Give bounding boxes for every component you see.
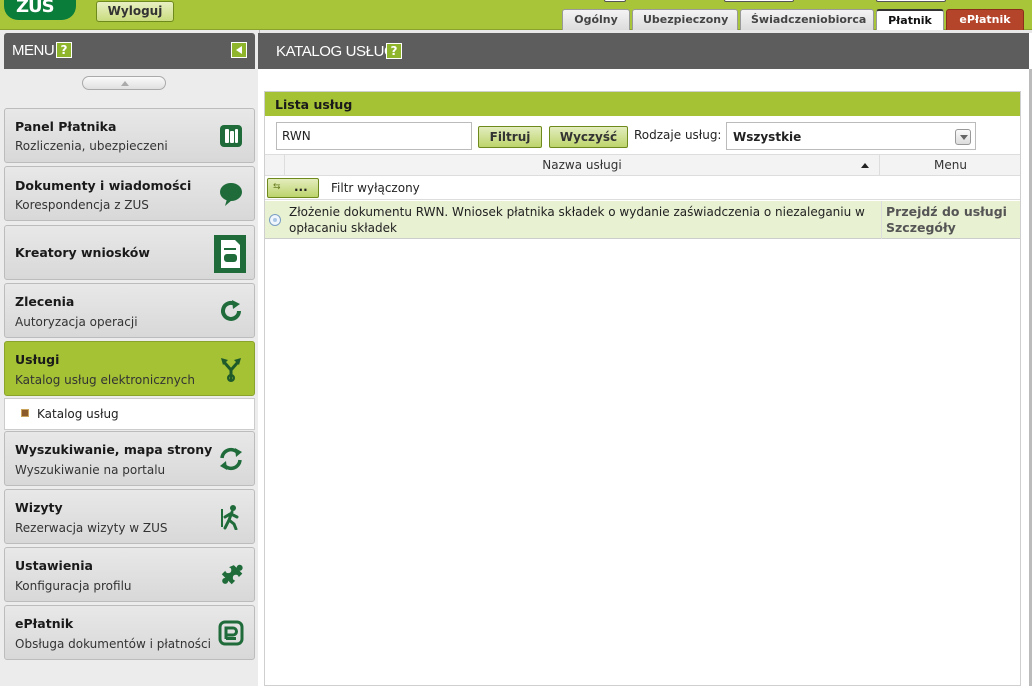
sidebar-item-kreatory[interactable]: Kreatory wniosków [4, 225, 255, 280]
tab-platnik[interactable]: Płatnik [876, 9, 944, 30]
sidebar-item-title: Zlecenia [15, 294, 75, 309]
zus-logo[interactable]: ZUS [4, 0, 76, 20]
sidebar-item-title: Ustawienia [15, 558, 93, 573]
search-input[interactable]: RWN [276, 122, 472, 150]
sidebar: MENU ? Panel Płatnika Rozliczenia, ubezp… [0, 30, 260, 686]
sidebar-item-title: Wyszukiwanie, mapa strony [15, 442, 213, 457]
logo-text: ZUS [16, 0, 55, 17]
sidebar-item-subtitle: Katalog usług elektronicznych [15, 373, 195, 387]
role-tabs: Ogólny Ubezpieczony Świadczeniobiorca Pł… [562, 9, 1026, 30]
service-type-label: Rodzaje usług: [634, 128, 722, 142]
coins-icon [220, 125, 242, 147]
eplatnik-icon [218, 620, 244, 646]
filter-toggle-label: ... [294, 180, 308, 194]
filter-arrows-icon: ⇆ [273, 182, 281, 192]
sidebar-item-subtitle: Obsługa dokumentów i płatności [15, 637, 211, 651]
walking-person-icon [221, 505, 239, 530]
fork-arrows-icon [221, 358, 241, 382]
sidebar-item-dokumenty[interactable]: Dokumenty i wiadomości Korespondencja z … [4, 166, 255, 221]
sidebar-item-wyszukiwanie[interactable]: Wyszukiwanie, mapa strony Wyszukiwanie n… [4, 431, 255, 486]
sidebar-item-uslugi[interactable]: Usługi Katalog usług elektronicznych [4, 341, 255, 396]
row-radio[interactable] [269, 214, 281, 226]
bullet-icon [21, 409, 29, 417]
scroll-up-button[interactable] [82, 76, 166, 90]
refresh-icon [221, 300, 241, 321]
page-title: KATALOG USŁUG [276, 43, 396, 60]
service-type-value: Wszystkie [733, 130, 802, 144]
clear-button[interactable]: Wyczyść [549, 126, 628, 148]
panel-header: Lista usług [265, 92, 1020, 116]
sidebar-item-wizyty[interactable]: Wizyty Rezerwacja wizyty w ZUS [4, 489, 255, 544]
help-icon[interactable]: ? [386, 43, 402, 59]
puzzle-icon [221, 564, 243, 585]
submenu-katalog-uslug[interactable]: Katalog usług [4, 398, 255, 430]
sidebar-item-title: Panel Płatnika [15, 119, 117, 134]
filter-button[interactable]: Filtruj [478, 126, 542, 148]
sidebar-item-title: Usługi [15, 352, 60, 367]
sidebar-item-subtitle: Rozliczenia, ubezpieczeni [15, 139, 168, 153]
sidebar-item-subtitle: Autoryzacja operacji [15, 315, 138, 329]
sidebar-item-panel-platnika[interactable]: Panel Płatnika Rozliczenia, ubezpieczeni [4, 108, 255, 163]
help-icon[interactable]: ? [56, 42, 72, 58]
sidebar-item-title: Dokumenty i wiadomości [15, 178, 192, 193]
chevron-down-icon [955, 129, 971, 145]
sidebar-item-subtitle: Konfiguracja profilu [15, 579, 132, 593]
column-header-name[interactable]: Nazwa usługi [285, 155, 880, 175]
row-menu: Przejdź do usługi Szczegóły [881, 201, 1020, 239]
panel-title: Lista usług [275, 97, 353, 112]
sidebar-item-subtitle: Korespondencja z ZUS [15, 198, 149, 212]
top-control-fragment [724, 0, 794, 2]
column-header-menu: Menu [934, 158, 967, 172]
sidebar-item-title: ePłatnik [15, 616, 74, 631]
tab-ogolny[interactable]: Ogólny [562, 9, 630, 30]
sidebar-item-subtitle: Rezerwacja wizyty w ZUS [15, 521, 168, 535]
menu-header: MENU ? [4, 33, 255, 69]
filter-toggle-button[interactable]: ⇆ ... [267, 178, 319, 198]
table-row[interactable]: Złożenie dokumentu RWN. Wniosek płatnika… [265, 201, 1020, 239]
service-list-panel: Lista usług RWN Filtruj Wyczyść Rodzaje … [264, 91, 1021, 686]
top-bar: ZUS Wyloguj Ogólny Ubezpieczony Świadcze… [0, 0, 1032, 30]
sidebar-item-subtitle: Wyszukiwanie na portalu [15, 463, 166, 477]
tab-ubezpieczony[interactable]: Ubezpieczony [632, 9, 738, 30]
speech-bubble-icon [220, 183, 242, 206]
tab-eplatnik[interactable]: ePłatnik [946, 9, 1024, 30]
service-name: Złożenie dokumentu RWN. Wniosek płatnika… [289, 205, 865, 235]
document-form-icon [214, 235, 246, 273]
collapse-menu-icon[interactable] [231, 42, 247, 58]
filter-status: Filtr wyłączony [331, 181, 420, 195]
sidebar-item-title: Kreatory wniosków [15, 245, 150, 260]
sidebar-item-title: Wizyty [15, 500, 63, 515]
sidebar-item-ustawienia[interactable]: Ustawienia Konfiguracja profilu [4, 547, 255, 602]
main-header: KATALOG USŁUG ? [258, 33, 1029, 69]
filter-row: ⇆ ... Filtr wyłączony [265, 176, 1020, 200]
top-control-fragment [604, 0, 626, 2]
main-content: KATALOG USŁUG ? Lista usług RWN Filtruj … [258, 33, 1032, 686]
top-control-fragment [876, 0, 946, 2]
service-type-select[interactable]: Wszystkie [726, 122, 976, 150]
column-header-label: Nazwa usługi [542, 158, 622, 172]
sidebar-item-zlecenia[interactable]: Zlecenia Autoryzacja operacji [4, 283, 255, 338]
grid-header-select-column [265, 155, 285, 175]
grid-header: Nazwa usługi Menu [265, 154, 1020, 176]
sort-ascending-icon [861, 163, 869, 168]
sidebar-item-eplatnik[interactable]: ePłatnik Obsługa dokumentów i płatności [4, 605, 255, 660]
menu-title: MENU [12, 42, 55, 59]
goto-service-link[interactable]: Przejdź do usługi [886, 204, 1007, 219]
submenu-label: Katalog usług [37, 407, 119, 421]
logout-button[interactable]: Wyloguj [96, 1, 174, 22]
details-link[interactable]: Szczegóły [886, 220, 956, 235]
tab-swiadczeniobiorca[interactable]: Świadczeniobiorca [740, 9, 874, 30]
sync-icon [220, 447, 242, 471]
